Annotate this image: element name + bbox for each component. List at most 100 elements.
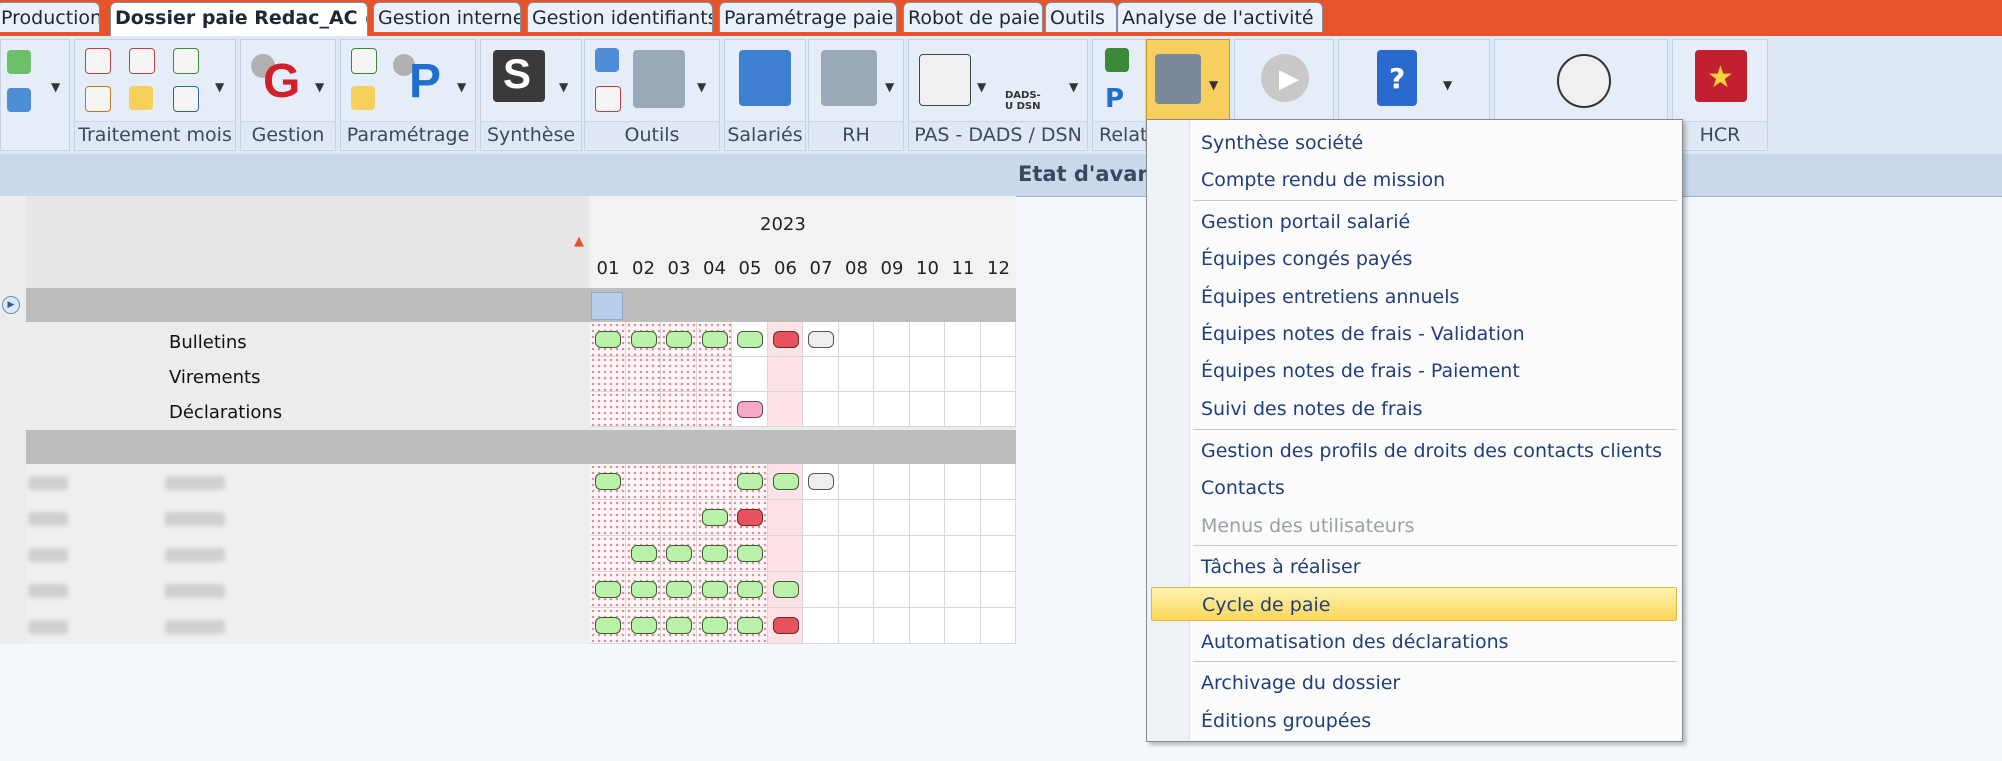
grid-cell[interactable] xyxy=(838,322,874,357)
status-pill[interactable] xyxy=(772,331,799,348)
grid-cell[interactable] xyxy=(803,536,839,572)
grid-cell[interactable] xyxy=(909,500,945,536)
grid-cell[interactable] xyxy=(838,464,874,500)
grid-cell[interactable] xyxy=(661,464,697,500)
euro-icon[interactable] xyxy=(129,86,153,110)
status-pill[interactable] xyxy=(630,545,657,562)
tab-production[interactable]: Production xyxy=(0,2,100,32)
grid-cell[interactable] xyxy=(945,536,981,572)
help-book-icon[interactable]: ? xyxy=(1377,50,1417,106)
grid-cell[interactable] xyxy=(980,357,1016,392)
menu-item-gestion-portail-salarie[interactable]: Gestion portail salarié xyxy=(1193,205,1677,239)
menu-item-notes-frais-paiement[interactable]: Équipes notes de frais - Paiement xyxy=(1193,354,1677,388)
status-pill[interactable] xyxy=(701,617,728,634)
calendar-icon[interactable] xyxy=(595,86,621,112)
employee-icon[interactable] xyxy=(7,88,31,112)
grid-cell[interactable] xyxy=(767,392,803,427)
status-pill[interactable] xyxy=(701,509,728,526)
grid-cell[interactable] xyxy=(874,392,910,427)
grid-cell[interactable] xyxy=(803,357,839,392)
status-pill[interactable] xyxy=(595,473,621,490)
rh-building-icon[interactable] xyxy=(821,50,877,106)
grid-cell[interactable] xyxy=(945,608,981,644)
chevron-down-icon[interactable]: ▼ xyxy=(1069,80,1078,94)
grid-cell[interactable] xyxy=(838,392,874,427)
grid-cell[interactable] xyxy=(980,500,1016,536)
tab-robot-de-paie[interactable]: Robot de paie xyxy=(903,2,1043,32)
status-pill[interactable] xyxy=(737,581,763,598)
status-pill[interactable] xyxy=(737,401,763,418)
play-icon[interactable]: ▶ xyxy=(1261,54,1309,102)
grid-cell[interactable] xyxy=(945,572,981,608)
hcr-star-icon[interactable]: ★ xyxy=(1695,50,1747,102)
status-pill[interactable] xyxy=(595,581,621,598)
grid-cell[interactable] xyxy=(980,464,1016,500)
grid-cell[interactable] xyxy=(625,464,661,500)
grid-cell[interactable] xyxy=(696,357,732,392)
grid-cell[interactable] xyxy=(696,392,732,427)
grid-cell[interactable] xyxy=(909,536,945,572)
calendar-check-icon[interactable] xyxy=(85,86,111,112)
grid-cell[interactable] xyxy=(909,392,945,427)
grid-cell[interactable] xyxy=(590,500,626,536)
grid-cell[interactable] xyxy=(945,357,981,392)
grid-cell[interactable] xyxy=(945,322,981,357)
grid-cell[interactable] xyxy=(625,500,661,536)
bank-icon[interactable] xyxy=(919,54,971,106)
status-pill[interactable] xyxy=(737,331,763,348)
close-icon[interactable]: × xyxy=(365,10,367,27)
menu-item-equipes-conges-payes[interactable]: Équipes congés payés xyxy=(1193,242,1677,276)
status-pill[interactable] xyxy=(772,581,799,598)
grid-cell[interactable] xyxy=(838,572,874,608)
grid-cell[interactable] xyxy=(909,322,945,357)
tab-gestion-interne[interactable]: Gestion interne xyxy=(373,2,521,32)
grid-cell[interactable] xyxy=(661,500,697,536)
tab-dossier-paie[interactable]: Dossier paie Redac_AC× xyxy=(110,2,368,36)
menu-item-synthese-societe[interactable]: Synthèse société xyxy=(1193,126,1677,160)
chevron-down-icon[interactable]: ▼ xyxy=(559,80,568,94)
employee-arrow-icon[interactable] xyxy=(739,50,791,106)
expand-row-icon[interactable]: ▶ xyxy=(2,296,20,314)
status-pill[interactable] xyxy=(737,617,763,634)
gestion-g-icon[interactable]: G xyxy=(263,54,300,109)
grid-cell[interactable] xyxy=(625,357,661,392)
status-pill[interactable] xyxy=(808,331,834,348)
chevron-down-icon[interactable]: ▼ xyxy=(51,80,60,94)
status-pill[interactable] xyxy=(666,581,692,598)
status-pill[interactable] xyxy=(701,545,728,562)
grid-cell[interactable] xyxy=(980,322,1016,357)
chevron-down-icon[interactable]: ▼ xyxy=(215,80,224,94)
menu-item-taches-a-realiser[interactable]: Tâches à réaliser xyxy=(1193,550,1677,584)
grid-cell[interactable] xyxy=(590,357,626,392)
grid-cell[interactable] xyxy=(803,500,839,536)
grid-cell[interactable] xyxy=(590,392,626,427)
chevron-down-icon[interactable]: ▼ xyxy=(315,80,324,94)
status-pill[interactable] xyxy=(666,617,692,634)
stopwatch-icon[interactable] xyxy=(1557,54,1611,108)
menu-item-notes-frais-validation[interactable]: Équipes notes de frais - Validation xyxy=(1193,317,1677,351)
grid-cell[interactable] xyxy=(945,392,981,427)
grid-cell[interactable] xyxy=(803,608,839,644)
chevron-down-icon[interactable]: ▼ xyxy=(977,80,986,94)
grid-cell[interactable] xyxy=(909,572,945,608)
chevron-down-icon[interactable]: ▼ xyxy=(457,80,466,94)
document-euro-icon[interactable] xyxy=(173,86,199,112)
status-pill[interactable] xyxy=(630,581,657,598)
grid-cell[interactable] xyxy=(874,322,910,357)
grid-cell[interactable] xyxy=(803,572,839,608)
chevron-down-icon[interactable]: ▼ xyxy=(885,80,894,94)
grid-cell[interactable] xyxy=(590,536,626,572)
tab-gestion-identifiants[interactable]: Gestion identifiants xyxy=(527,2,713,32)
menu-item-editions-groupees[interactable]: Éditions groupées xyxy=(1193,704,1677,738)
relation-p-icon[interactable]: P xyxy=(1105,84,1124,114)
status-pill[interactable] xyxy=(737,473,763,490)
grid-cell[interactable] xyxy=(803,392,839,427)
calendar-icon[interactable] xyxy=(85,48,111,74)
tab-analyse-activite[interactable]: Analyse de l'activité xyxy=(1117,2,1323,32)
chevron-down-icon[interactable]: ▼ xyxy=(1443,78,1452,92)
calendar-green-icon[interactable] xyxy=(173,48,199,74)
grid-cell[interactable] xyxy=(696,464,732,500)
menu-item-cycle-de-paie[interactable]: Cycle de paie xyxy=(1151,587,1677,621)
percent-icon[interactable] xyxy=(351,86,375,110)
menu-item-compte-rendu-mission[interactable]: Compte rendu de mission xyxy=(1193,163,1677,197)
